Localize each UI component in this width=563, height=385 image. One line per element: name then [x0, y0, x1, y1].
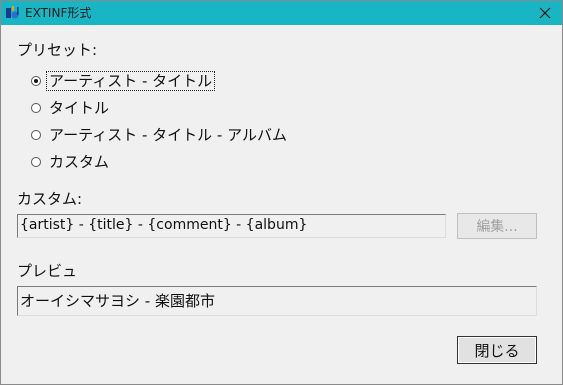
app-icon: [6, 6, 19, 19]
window-title: EXTINF形式: [25, 6, 92, 20]
extinf-dialog: EXTINF形式 プリセット: アーティスト - タイトル タイトル アーティス…: [0, 0, 563, 385]
radio-button[interactable]: [31, 157, 41, 167]
preview-field: オーイシマサヨシ - 楽園都市: [17, 286, 537, 316]
radio-button[interactable]: [31, 130, 41, 140]
radio-button[interactable]: [31, 103, 41, 113]
preset-option-title[interactable]: タイトル: [31, 98, 111, 118]
preset-option-label: アーティスト - タイトル - アルバム: [49, 126, 287, 144]
preset-label: プリセット:: [17, 41, 98, 59]
close-icon: [539, 7, 551, 19]
preset-option-label: アーティスト - タイトル: [45, 71, 216, 91]
custom-label: カスタム:: [17, 190, 83, 208]
custom-format-field[interactable]: {artist} - {title} - {comment} - {album}: [17, 214, 446, 238]
edit-button[interactable]: 編集...: [457, 213, 537, 239]
close-window-button[interactable]: [528, 1, 562, 25]
radio-button-checked[interactable]: [31, 76, 41, 86]
preset-option-label: タイトル: [49, 99, 110, 117]
preset-option-artist-title[interactable]: アーティスト - タイトル: [31, 71, 216, 91]
preset-option-label: カスタム: [49, 153, 110, 171]
preview-label: プレビュ: [17, 262, 78, 280]
preset-option-artist-title-album[interactable]: アーティスト - タイトル - アルバム: [31, 125, 289, 145]
close-button[interactable]: 閉じる: [457, 336, 537, 364]
title-bar[interactable]: EXTINF形式: [1, 1, 562, 25]
preset-option-custom[interactable]: カスタム: [31, 152, 111, 172]
